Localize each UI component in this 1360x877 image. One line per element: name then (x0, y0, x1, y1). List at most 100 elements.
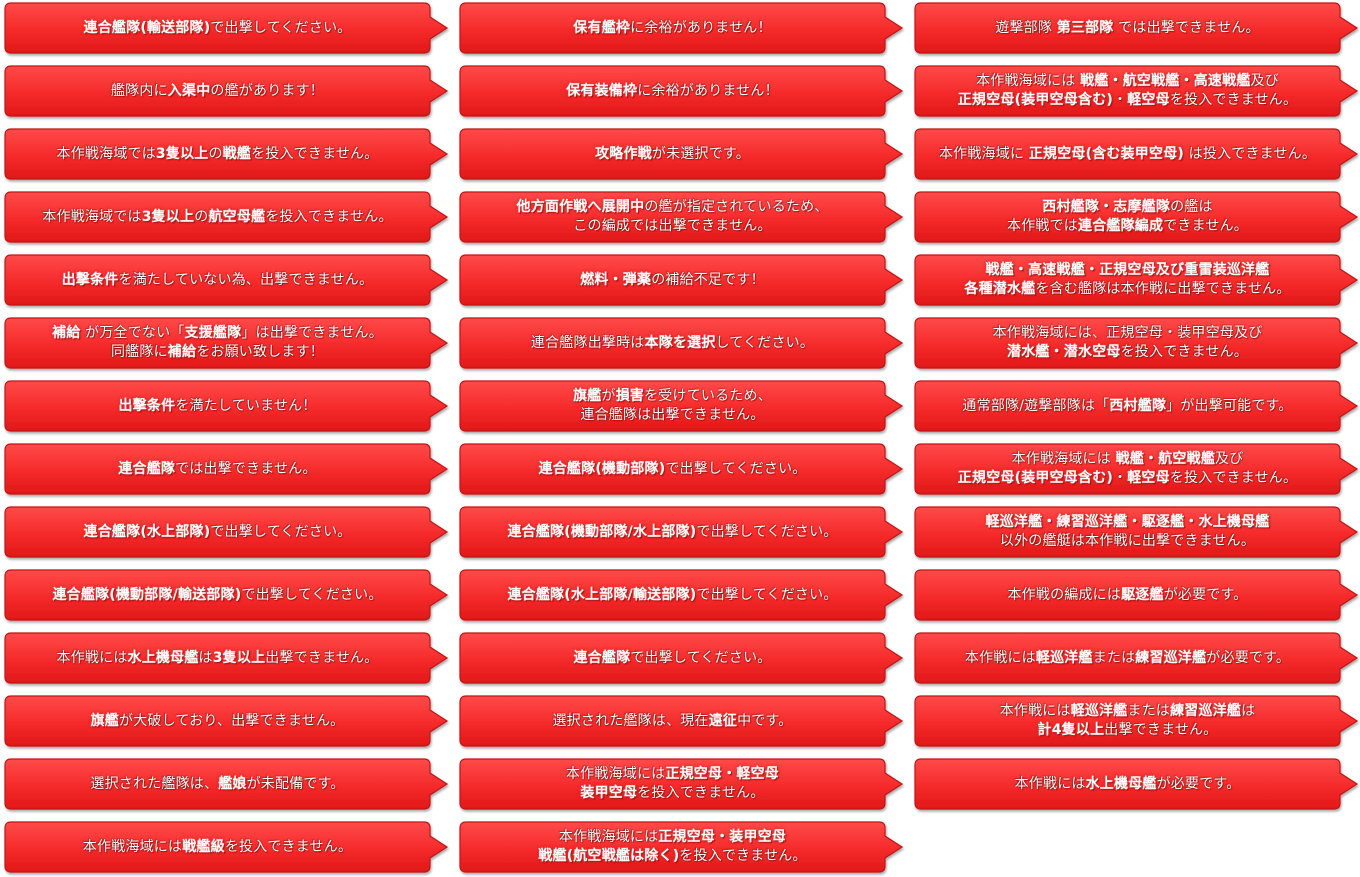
error-message-balloon: 出撃条件を満たしていません！ (4, 380, 449, 432)
message-text: または (1092, 649, 1136, 666)
highlighted-term: 補給 (167, 344, 197, 360)
message-text: 本作戦には (964, 649, 1036, 666)
message-text: 出撃できません。 (265, 649, 379, 666)
message-line: 連合艦隊(機動部隊/輸送部隊)で出撃してください。 (52, 586, 382, 605)
message-line: 軽巡洋艦・練習巡洋艦・駆逐艦・水上機母艦 (986, 513, 1270, 532)
error-message-balloon: 西村艦隊・志摩艦隊の艦は 本作戦では連合艦隊編成できません。 (914, 191, 1359, 243)
message-text: の艦があります！ (210, 82, 325, 99)
message-text: 本作戦海域には (976, 73, 1081, 89)
message-text: を投入できません。 (265, 208, 393, 225)
error-message-text: 本作戦海域には正規空母・軽空母 装甲空母を投入できません。 (464, 759, 881, 809)
error-message-text: 遊撃部隊 第三部隊 では出撃できません。 (919, 3, 1336, 53)
error-message-balloon: 連合艦隊(輸送部隊)で出撃してください。 (4, 2, 449, 54)
error-message-balloon: 旗艦が大破しており、出撃できません。 (4, 695, 449, 747)
error-message-text: 本作戦海域には 戦艦・航空戦艦・高速戦艦及び 正規空母(装甲空母含む)・軽空母を投… (919, 66, 1336, 116)
message-line: 連合艦隊出撃時は本隊を選択してください。 (531, 334, 814, 353)
message-text: 本作戦海域には (558, 829, 659, 845)
highlighted-term: 連合艦隊(機動部隊/輸送部隊) (52, 586, 242, 603)
error-message-balloon: 本作戦海域には 戦艦・航空戦艦及び 正規空母(装甲空母含む)・軽空母を投入できませ… (914, 443, 1359, 495)
message-line: 保有装備枠に余裕がありません！ (566, 82, 779, 101)
message-text: 遊撃部隊 (995, 19, 1057, 36)
error-message-text: 本作戦には軽巡洋艦または練習巡洋艦が必要です。 (919, 633, 1336, 683)
error-message-text: 連合艦隊(機動部隊)で出撃してください。 (464, 444, 881, 494)
message-text: 本作戦海域では (56, 145, 156, 162)
error-message-balloon: 旗艦が損害を受けているため、 連合艦隊は出撃できません。 (459, 380, 904, 432)
error-message-balloon: 本作戦海域には正規空母・装甲空母 戦艦(航空戦艦は除く)を投入できません。 (459, 821, 904, 873)
error-message-text: 本作戦海域には、正規空母・装甲空母及び 潜水艦・潜水空母を投入できません。 (919, 318, 1336, 368)
message-line: 以外の艦艇は本作戦に出撃できません。 (1000, 532, 1255, 551)
error-message-text: 出撃条件を満たしていません！ (9, 381, 426, 431)
message-text: 及び (1215, 451, 1244, 467)
highlighted-term: 正規空母・装甲空母 (658, 829, 787, 845)
error-message-balloon: 出撃条件を満たしていない為、出撃できません。 (4, 254, 449, 306)
message-line: 本作戦には軽巡洋艦または練習巡洋艦は (1000, 702, 1256, 721)
error-message-text: 本作戦海域には 戦艦・航空戦艦及び 正規空母(装甲空母含む)・軽空母を投入できませ… (919, 444, 1336, 494)
highlighted-term: 各種潜水艦 (964, 281, 1036, 297)
message-text: 本作戦の編成には (1007, 586, 1122, 603)
highlighted-term: 軽空母 (1127, 92, 1170, 108)
error-message-text: 軽巡洋艦・練習巡洋艦・駆逐艦・水上機母艦 以外の艦艇は本作戦に出撃できません。 (919, 507, 1336, 557)
message-line: 本作戦には水上機母艦が必要です。 (1015, 775, 1241, 794)
message-text: が大破しており、出撃できません。 (119, 712, 345, 729)
highlighted-term: 連合艦隊(水上部隊) (83, 523, 211, 540)
message-text: を受けているため、 (644, 388, 772, 404)
error-message-balloon: 本作戦海域に 正規空母(含む装甲空母) は投入できません。 (914, 128, 1359, 180)
message-line: 本作戦海域には戦艦級を投入できません。 (83, 838, 352, 857)
message-text: が必要です。 (1163, 586, 1248, 603)
message-line: 計4隻以上出撃できません。 (1038, 721, 1218, 740)
message-line: 戦艦(航空戦艦は除く)を投入できません。 (538, 847, 806, 866)
message-text: が未選択です。 (651, 145, 750, 162)
error-message-text: 連合艦隊(輸送部隊)で出撃してください。 (9, 3, 426, 53)
message-text: 選択された艦隊は、 (90, 775, 219, 792)
error-message-text: 連合艦隊では出撃できません。 (9, 444, 426, 494)
error-message-text: 連合艦隊(水上部隊/輸送部隊)で出撃してください。 (464, 570, 881, 620)
message-text: 本作戦海域には (1011, 451, 1116, 467)
error-message-balloon: 本作戦には軽巡洋艦または練習巡洋艦が必要です。 (914, 632, 1359, 684)
error-message-text: 燃料・弾薬の補給不足です！ (464, 255, 881, 305)
message-text: を投入できません。 (1169, 92, 1298, 108)
message-line: 通常部隊/遊撃部隊は「西村艦隊」が出撃可能です。 (962, 397, 1292, 416)
message-text: を投入できません。 (1169, 470, 1298, 486)
highlighted-term: 遠征 (708, 712, 738, 729)
message-text: 本作戦海域には (82, 838, 183, 855)
message-line: 本作戦海域には正規空母・装甲空母 (559, 828, 786, 847)
highlighted-term: 連合艦隊 (573, 649, 631, 666)
error-message-balloon: 本作戦海域には戦艦級を投入できません。 (4, 821, 449, 873)
highlighted-term: 航空母艦 (208, 208, 266, 225)
highlighted-term: 戦艦級 (182, 838, 225, 855)
message-text: 連合艦隊は出撃できません。 (580, 407, 765, 423)
message-text: 出撃できません。 (1104, 722, 1218, 738)
message-line: 本作戦には水上機母艦は3隻以上出撃できません。 (57, 649, 379, 668)
message-line: 西村艦隊・志摩艦隊の艦は (1042, 198, 1212, 217)
message-line: 攻略作戦が未選択です。 (595, 145, 750, 164)
error-message-text: 本作戦には水上機母艦は3隻以上出撃できません。 (9, 633, 426, 683)
error-message-balloon: 選択された艦隊は、艦娘が未配備です。 (4, 758, 449, 810)
message-text: 通常部隊/遊撃部隊は「 (962, 397, 1110, 414)
message-line: 旗艦が大破しており、出撃できません。 (91, 712, 345, 731)
error-message-balloon: 燃料・弾薬の補給不足です！ (459, 254, 904, 306)
message-text: で出撃してください。 (696, 586, 838, 603)
error-message-text: 本作戦海域には戦艦級を投入できません。 (9, 822, 426, 872)
message-text: の艦が指定されているため、 (644, 199, 829, 215)
message-line: 各種潜水艦を含む艦隊は本作戦に出撃できません。 (964, 280, 1290, 299)
message-line: 本作戦海域には 戦艦・航空戦艦及び (1012, 450, 1244, 469)
highlighted-term: 正規空母(装甲空母含む) (957, 92, 1113, 108)
error-message-balloon: 連合艦隊で出撃してください。 (459, 632, 904, 684)
error-message-balloon: 艦隊内に入渠中の艦があります！ (4, 65, 449, 117)
highlighted-term: 出撃条件 (118, 397, 176, 414)
message-text: 本作戦では (1007, 218, 1078, 234)
error-message-text: 連合艦隊で出撃してください。 (464, 633, 881, 683)
highlighted-term: 艦娘 (218, 775, 247, 792)
highlighted-term: 連合艦隊編成 (1078, 218, 1164, 234)
highlighted-term: 損害 (615, 388, 645, 404)
highlighted-term: 軽巡洋艦 (1070, 703, 1128, 719)
message-line: 補給 が万全でない「支援艦隊」は出撃できません。 (52, 324, 383, 343)
highlighted-term: 軽空母 (1127, 470, 1170, 486)
message-line: 艦隊内に入渠中の艦があります！ (111, 82, 324, 101)
highlighted-term: 旗艦 (90, 712, 119, 729)
highlighted-term: 戦艦 (222, 145, 252, 162)
message-text: に余裕がありません！ (637, 82, 779, 99)
message-line: 連合艦隊(水上部隊)で出撃してください。 (84, 523, 352, 542)
error-message-text: 本作戦には軽巡洋艦または練習巡洋艦は 計4隻以上出撃できません。 (919, 696, 1336, 746)
error-message-balloon: 連合艦隊(水上部隊/輸送部隊)で出撃してください。 (459, 569, 904, 621)
